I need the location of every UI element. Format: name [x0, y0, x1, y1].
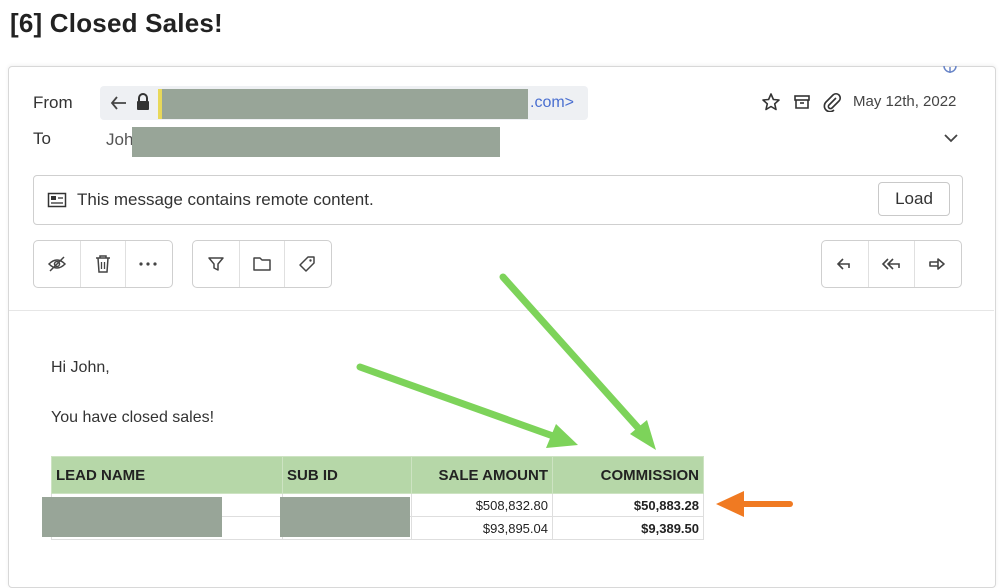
email-subject: [6] Closed Sales! — [10, 8, 223, 38]
recipient-name[interactable]: Joh — [106, 130, 133, 150]
lock-icon — [133, 92, 153, 112]
paperclip-icon[interactable] — [820, 91, 844, 113]
sale-amount-cell: $93,895.04 — [411, 516, 553, 540]
forward-icon — [927, 256, 947, 272]
delete-button[interactable] — [80, 241, 125, 287]
mark-unread-button[interactable] — [34, 241, 80, 287]
message-greeting: Hi John, — [51, 359, 110, 376]
from-label: From — [33, 93, 73, 112]
more-actions-button[interactable] — [125, 241, 170, 287]
sender-redaction — [162, 89, 528, 119]
info-icon[interactable] — [938, 62, 962, 80]
archive-icon[interactable] — [791, 91, 813, 113]
commission-cell: $9,389.50 — [552, 516, 704, 540]
filter-button[interactable] — [193, 241, 239, 287]
table-header-row: LEAD NAME SUB ID SALE AMOUNT COMMISSION — [51, 456, 704, 494]
reply-icon — [835, 256, 855, 272]
header-body-divider — [9, 310, 994, 311]
reply-button[interactable] — [822, 241, 868, 287]
column-header-sale-amount: SALE AMOUNT — [411, 456, 553, 494]
sale-amount-cell: $508,832.80 — [411, 493, 553, 517]
email-date: May 12th, 2022 — [853, 93, 957, 110]
sender-email-tail[interactable]: .com> — [530, 94, 574, 112]
image-icon — [46, 190, 68, 210]
more-icon — [138, 261, 158, 267]
toolbar-group-primary — [33, 240, 173, 288]
remote-content-text: This message contains remote content. — [77, 190, 374, 209]
label-button[interactable] — [284, 241, 329, 287]
sub-id-redaction — [280, 497, 410, 537]
load-remote-content-button[interactable]: Load — [878, 182, 950, 216]
to-label: To — [33, 129, 51, 148]
recipient-redaction — [132, 127, 500, 157]
message-line: You have closed sales! — [51, 409, 215, 426]
eye-off-icon — [47, 255, 67, 273]
move-to-folder-button[interactable] — [239, 241, 284, 287]
reply-icon — [108, 93, 130, 113]
lead-name-redaction — [42, 497, 222, 537]
folder-icon — [252, 256, 272, 272]
toolbar-group-respond — [821, 240, 962, 288]
filter-icon — [207, 255, 225, 273]
column-header-commission: COMMISSION — [552, 456, 704, 494]
trash-icon — [94, 254, 112, 274]
tag-icon — [298, 255, 316, 273]
reply-all-button[interactable] — [868, 241, 914, 287]
column-header-lead-name: LEAD NAME — [51, 456, 283, 494]
forward-button[interactable] — [914, 241, 959, 287]
star-icon[interactable] — [760, 91, 782, 113]
reply-all-icon — [881, 256, 903, 272]
chevron-down-icon[interactable] — [940, 128, 962, 148]
column-header-sub-id: SUB ID — [282, 456, 412, 494]
toolbar-group-organize — [192, 240, 332, 288]
commission-cell: $50,883.28 — [552, 493, 704, 517]
